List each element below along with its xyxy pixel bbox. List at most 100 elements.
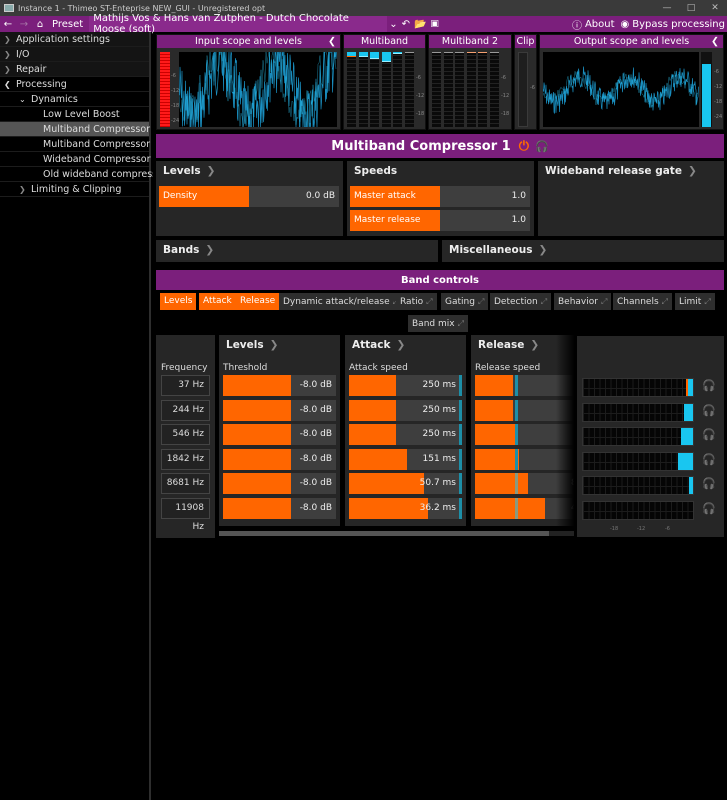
headphones-icon[interactable]: 🎧 — [702, 477, 716, 490]
sidebar-item-wideband-compressor[interactable]: Wideband Compressor — [0, 152, 151, 167]
arrow-left-icon[interactable]: ← — [0, 19, 16, 30]
bypass-processing-button[interactable]: Bypass processing — [632, 19, 725, 30]
headphones-icon[interactable]: 🎧 — [702, 428, 716, 441]
chevron-right-icon: ❯ — [19, 184, 26, 194]
slider-fill — [475, 497, 545, 519]
sidebar-item-repair[interactable]: ❯ Repair — [0, 62, 149, 77]
undo-icon[interactable]: ↶ — [402, 19, 410, 30]
folder-open-icon[interactable]: 📂 — [414, 19, 426, 30]
tab-levels[interactable]: Levels — [160, 293, 197, 310]
frequency-field[interactable]: 546 Hz — [161, 424, 210, 445]
attack-speed-slider[interactable]: 250 ms — [349, 375, 462, 396]
tab-channels[interactable]: Channels ⤢ — [613, 293, 673, 310]
output-scope-title-text: Output scope and levels — [573, 36, 690, 47]
headphones-icon[interactable]: 🎧 — [702, 404, 716, 417]
speeds-title: Speeds — [354, 165, 398, 177]
threshold-slider[interactable]: -8.0 dB — [223, 473, 336, 494]
scrollbar-thumb[interactable] — [219, 531, 549, 536]
bands-header[interactable]: Bands ❯ — [156, 240, 438, 260]
attack-speed-slider[interactable]: 50.7 ms — [349, 473, 462, 494]
collapse-icon[interactable]: ❮ — [328, 35, 336, 48]
attack-speed-slider[interactable]: 36.2 ms — [349, 497, 462, 519]
frequency-field[interactable]: 11908 Hz — [161, 497, 210, 532]
bands-section[interactable]: Bands ❯ — [156, 240, 438, 262]
preset-name[interactable]: Mathijs Vos & Hans van Zutphen - Dutch C… — [89, 13, 388, 35]
frequency-field[interactable]: 37 Hz — [161, 375, 210, 396]
collapse-icon[interactable]: ❮ — [711, 35, 719, 48]
master-attack-slider[interactable]: Master attack 1.0 — [350, 186, 530, 207]
density-slider[interactable]: Density 0.0 dB — [159, 186, 339, 207]
preset-button[interactable]: Preset — [52, 19, 83, 30]
threshold-slider[interactable]: -8.0 dB — [223, 399, 336, 421]
tab-behavior[interactable]: Behavior ⤢ — [554, 293, 612, 310]
headphones-icon[interactable]: 🎧 — [535, 140, 549, 153]
power-icon[interactable]: ⏻ — [519, 139, 529, 154]
headphones-icon[interactable]: 🎧 — [702, 502, 716, 515]
band-attack-header[interactable]: Attack ❯ — [345, 335, 466, 355]
wideband-release-gate-header[interactable]: Wideband release gate ❯ — [538, 161, 724, 181]
tab-detection[interactable]: Detection ⤢ — [490, 293, 552, 310]
sidebar-item-low-level-boost[interactable]: Low Level Boost — [0, 107, 149, 122]
about-button[interactable]: About — [585, 19, 615, 30]
tab-gating[interactable]: Gating ⤢ — [441, 293, 489, 310]
sidebar-item-dynamics[interactable]: ⌄ Dynamics — [0, 92, 149, 107]
close-button[interactable]: ✕ — [703, 0, 727, 16]
band-meter-level — [370, 52, 379, 59]
threshold-slider[interactable]: -8.0 dB — [223, 497, 336, 519]
tab-label: Gating — [445, 297, 475, 307]
tab-limit[interactable]: Limit ⤢ — [675, 293, 715, 310]
slider-fill — [475, 399, 514, 421]
tab-band-mix[interactable]: Band mix ⤢ — [408, 315, 468, 332]
scale-label: -18 — [501, 111, 510, 117]
frequency-field[interactable]: 244 Hz — [161, 399, 210, 421]
slider-value: -8.0 dB — [299, 478, 332, 488]
sidebar-item-limiting-clipping[interactable]: ❯ Limiting & Clipping — [0, 182, 149, 197]
frequency-field[interactable]: 8681 Hz — [161, 473, 210, 494]
minimize-button[interactable]: — — [655, 0, 679, 16]
expand-icon: ⤢ — [426, 297, 433, 306]
maximize-button[interactable]: □ — [679, 0, 703, 16]
sidebar-item-multiband-compressor-1[interactable]: Multiband Compressor 1 — [0, 122, 159, 137]
top-toolbar: ← → ⌂ Preset Mathijs Vos & Hans van Zutp… — [0, 13, 727, 35]
sidebar-item-io[interactable]: ❯ I/O — [0, 47, 149, 62]
save-icon[interactable]: ▣ — [430, 19, 439, 29]
threshold-slider[interactable]: -8.0 dB — [223, 424, 336, 445]
headphones-icon[interactable]: 🎧 — [702, 379, 716, 392]
master-release-slider[interactable]: Master release 1.0 — [350, 210, 530, 231]
sidebar-item-old-wideband-compressor[interactable]: Old wideband compressor — [0, 167, 167, 182]
tab-ratio[interactable]: Ratio ⤢ — [396, 293, 437, 310]
multiband2-scale: -6 -12 -18 — [501, 69, 509, 123]
headphones-icon[interactable]: 🎧 — [702, 453, 716, 466]
frequency-field[interactable]: 1842 Hz — [161, 448, 210, 470]
slider-value: 50.7 ms — [419, 478, 456, 488]
attack-speed-slider[interactable]: 250 ms — [349, 424, 462, 445]
chevron-down-icon: ❮ — [4, 79, 11, 89]
slider-label: Master attack — [354, 191, 416, 201]
preset-dropdown-icon[interactable]: ⌄ — [389, 19, 397, 30]
attack-speed-slider[interactable]: 250 ms — [349, 399, 462, 421]
band-meter — [381, 52, 391, 127]
tab-attack[interactable]: Attack — [199, 293, 236, 310]
module-title: Multiband Compressor 1 — [331, 138, 511, 154]
miscellaneous-section[interactable]: Miscellaneous ❯ — [442, 240, 724, 262]
expand-icon: ⤢ — [704, 297, 711, 306]
threshold-slider[interactable]: -8.0 dB — [223, 375, 336, 396]
output-level-meter — [701, 52, 712, 127]
sidebar-item-multiband-compressor-2[interactable]: Multiband Compressor 2 — [0, 137, 159, 152]
threshold-slider[interactable]: -8.0 dB — [223, 448, 336, 470]
home-icon[interactable]: ⌂ — [32, 19, 48, 30]
slider-value: 250 ms — [422, 380, 457, 390]
sidebar-item-application-settings[interactable]: ❯ Application settings — [0, 32, 149, 47]
tab-dynamic-attack-release[interactable]: Dynamic attack/release⤢ — [279, 293, 404, 310]
attack-speed-slider[interactable]: 151 ms — [349, 448, 462, 470]
chevron-right-icon: ❯ — [205, 244, 215, 256]
miscellaneous-header[interactable]: Miscellaneous ❯ — [442, 240, 724, 260]
arrow-right-icon[interactable]: → — [16, 19, 32, 30]
band-levels-header[interactable]: Levels ❯ — [219, 335, 340, 355]
horizontal-scrollbar[interactable] — [219, 531, 574, 536]
levels-header[interactable]: Levels ❯ — [156, 161, 343, 181]
tab-release[interactable]: Release — [236, 293, 280, 310]
slider-fill — [223, 473, 291, 494]
slider-fill — [475, 448, 520, 470]
sidebar-item-processing[interactable]: ❮ Processing — [0, 77, 149, 92]
